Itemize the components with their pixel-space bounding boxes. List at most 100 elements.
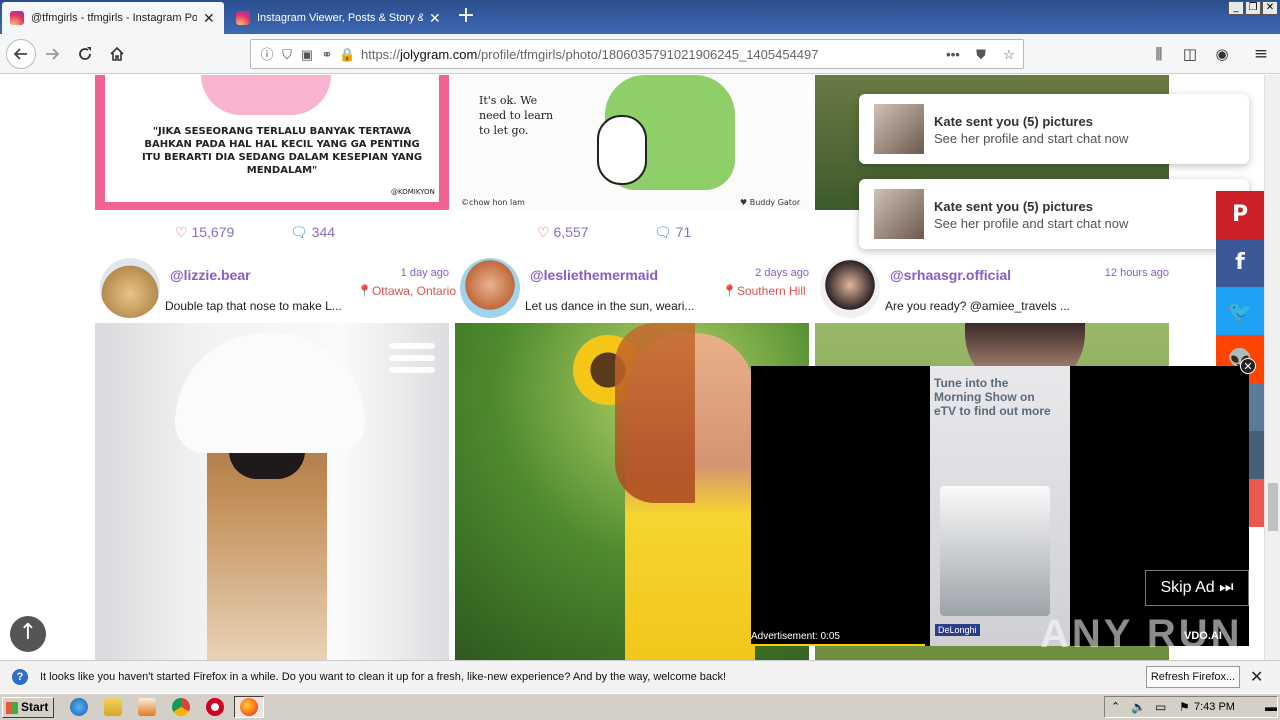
internet-explorer-icon[interactable] bbox=[70, 698, 88, 716]
arrow-up-icon: ↑ bbox=[18, 620, 38, 645]
reload-icon bbox=[79, 47, 91, 60]
refresh-firefox-button[interactable]: Refresh Firefox... bbox=[1146, 666, 1240, 688]
coffee-machine-illustration bbox=[940, 486, 1050, 616]
page-scrollbar[interactable] bbox=[1264, 75, 1280, 660]
start-button[interactable]: Start bbox=[2, 697, 54, 718]
home-icon bbox=[110, 46, 124, 61]
pinterest-share-button[interactable]: P bbox=[1216, 191, 1264, 239]
tab-instagram-viewer[interactable]: Instagram Viewer, Posts & Story & ✕ bbox=[228, 2, 450, 34]
network-icon[interactable]: ▭ bbox=[1155, 700, 1166, 714]
notification-thumbnail bbox=[874, 189, 924, 239]
firefox-icon bbox=[240, 698, 258, 716]
comments-count: 344 bbox=[311, 224, 336, 240]
chrome-icon[interactable] bbox=[172, 698, 190, 716]
taskbar-clock[interactable]: 7:43 PM bbox=[1194, 701, 1235, 713]
post-location[interactable]: 📍Ottawa, Ontario bbox=[357, 284, 456, 298]
post-username[interactable]: @lizzie.bear bbox=[170, 267, 251, 283]
skip-ad-label: Skip Ad bbox=[1160, 579, 1215, 596]
scroll-to-top-button[interactable]: ↑ bbox=[10, 616, 46, 652]
account-icon: ◉ bbox=[1215, 45, 1229, 63]
post-username[interactable]: @lesliethemermaid bbox=[530, 267, 658, 283]
firefox-taskbar-button[interactable] bbox=[234, 696, 264, 718]
account-button[interactable]: ◉ bbox=[1208, 40, 1236, 68]
close-ad-button[interactable]: ✕ bbox=[1240, 358, 1256, 374]
back-button[interactable] bbox=[6, 39, 36, 69]
library-button[interactable]: ⫼ bbox=[1145, 40, 1173, 68]
heart-icon: ♡ bbox=[537, 224, 550, 240]
opera-icon[interactable] bbox=[206, 698, 224, 716]
list-menu-icon[interactable] bbox=[389, 343, 435, 379]
twitter-share-button[interactable]: 🐦 bbox=[1216, 287, 1264, 335]
sidebar-icon: ◫ bbox=[1182, 45, 1198, 63]
file-explorer-icon[interactable] bbox=[104, 698, 122, 716]
pink-character-illustration bbox=[201, 75, 331, 115]
chat-notification[interactable]: Kate sent you (5) pictures See her profi… bbox=[859, 94, 1249, 164]
media-player-icon[interactable] bbox=[138, 698, 156, 716]
facebook-icon: f bbox=[1235, 250, 1245, 275]
windows-logo-icon bbox=[6, 702, 18, 714]
show-hidden-icons-icon[interactable]: ⌃ bbox=[1111, 700, 1120, 713]
post-image-dog[interactable] bbox=[95, 323, 449, 660]
url-text[interactable]: https://jolygram.com/profile/tfmgirls/ph… bbox=[361, 47, 819, 62]
close-notice-icon[interactable]: ✕ bbox=[1250, 667, 1263, 687]
chat-notification[interactable]: Kate sent you (5) pictures See her profi… bbox=[859, 179, 1249, 249]
red-hair-illustration bbox=[615, 323, 695, 503]
windows-taskbar: Start ⌃ 🔈 ▭ ⚑ ▬ 7:43 PM bbox=[0, 693, 1280, 720]
post-likes[interactable]: ♡ 6,557 bbox=[537, 224, 589, 241]
tab-tfmgirls[interactable]: @tfmgirls - tfmgirls - Instagram Po ✕ bbox=[2, 2, 224, 34]
volume-icon[interactable]: 🔈 bbox=[1131, 700, 1146, 714]
lock-icon: 🔒 bbox=[339, 47, 356, 62]
location-pin-icon: 📍 bbox=[722, 284, 737, 298]
minimize-button[interactable]: _ bbox=[1228, 1, 1244, 15]
notification-subtitle: See her profile and start chat now bbox=[934, 216, 1129, 231]
post-comments[interactable]: 🗨 344 bbox=[290, 224, 335, 241]
close-window-button[interactable]: ✕ bbox=[1262, 1, 1278, 15]
post-likes[interactable]: ♡ 15,679 bbox=[175, 224, 234, 241]
close-tab-icon[interactable]: ✕ bbox=[429, 10, 441, 27]
quote-credit: @KOMIKYON bbox=[391, 188, 435, 196]
page-actions-icon[interactable]: ••• bbox=[945, 47, 961, 63]
post-image-comic[interactable]: It's ok. We need to learn to let go. ©ch… bbox=[455, 75, 809, 210]
notification-title: Kate sent you (5) pictures bbox=[934, 199, 1093, 214]
post-location[interactable]: 📍Southern Hill F bbox=[722, 284, 809, 298]
skip-ad-button[interactable]: Skip Ad ⏭ bbox=[1145, 570, 1249, 606]
reload-button[interactable] bbox=[71, 40, 99, 68]
maximize-button[interactable]: ❐ bbox=[1245, 1, 1261, 15]
forward-button[interactable] bbox=[38, 40, 66, 68]
info-icon: ? bbox=[12, 669, 28, 685]
permissions-icon[interactable]: ▣ bbox=[299, 47, 315, 63]
ad-creative-text: Tune into the Morning Show on eTV to fin… bbox=[934, 376, 1051, 418]
avatar[interactable] bbox=[460, 258, 520, 318]
bookmark-star-icon[interactable]: ☆ bbox=[1001, 47, 1017, 63]
forward-arrow-icon bbox=[46, 48, 60, 60]
tracking-shield-icon[interactable]: ⛉ bbox=[279, 47, 295, 63]
sidebar-button[interactable]: ◫ bbox=[1176, 40, 1204, 68]
comments-count: 71 bbox=[675, 224, 692, 240]
site-info-icon[interactable]: ⓘ bbox=[259, 47, 275, 63]
post-caption: Let us dance in the sun, weari... bbox=[525, 299, 695, 313]
post-username[interactable]: @srhaasgr.official bbox=[890, 267, 1011, 283]
connection-icon[interactable]: ⚭ bbox=[319, 47, 335, 63]
address-bar[interactable]: ⓘ ⛉ ▣ ⚭ 🔒 https://jolygram.com/profile/t… bbox=[250, 39, 1024, 69]
scrollbar-thumb[interactable] bbox=[1268, 483, 1278, 531]
avatar[interactable] bbox=[820, 258, 880, 318]
show-desktop-icon[interactable]: ▬ bbox=[1265, 700, 1277, 714]
avatar[interactable] bbox=[100, 258, 160, 318]
facebook-share-button[interactable]: f bbox=[1216, 239, 1264, 287]
home-button[interactable] bbox=[103, 40, 131, 68]
comic-credit-left: ©chow hon lam bbox=[461, 198, 525, 207]
video-ad-player[interactable]: Tune into the Morning Show on eTV to fin… bbox=[751, 366, 1249, 646]
new-tab-button[interactable]: + bbox=[452, 3, 480, 31]
notification-thumbnail bbox=[874, 104, 924, 154]
pocket-icon[interactable]: ⛊ bbox=[973, 47, 989, 63]
ad-creative[interactable]: Tune into the Morning Show on eTV to fin… bbox=[930, 366, 1070, 646]
url-path: /profile/tfmgirls/photo/1806035791021906… bbox=[477, 47, 819, 62]
close-tab-icon[interactable]: ✕ bbox=[203, 10, 215, 27]
post-image-quote[interactable]: "JIKA SESEORANG TERLALU BANYAK TERTAWA B… bbox=[95, 75, 449, 210]
menu-button[interactable]: ≡ bbox=[1247, 40, 1275, 68]
action-center-flag-icon[interactable]: ⚑ bbox=[1179, 700, 1190, 714]
url-domain: jolygram.com bbox=[400, 47, 478, 62]
quote-text: "JIKA SESEORANG TERLALU BANYAK TERTAWA B… bbox=[141, 126, 423, 176]
post-comments[interactable]: 🗨 71 bbox=[654, 224, 691, 241]
anyrun-watermark: ANY RUN bbox=[1040, 612, 1243, 656]
